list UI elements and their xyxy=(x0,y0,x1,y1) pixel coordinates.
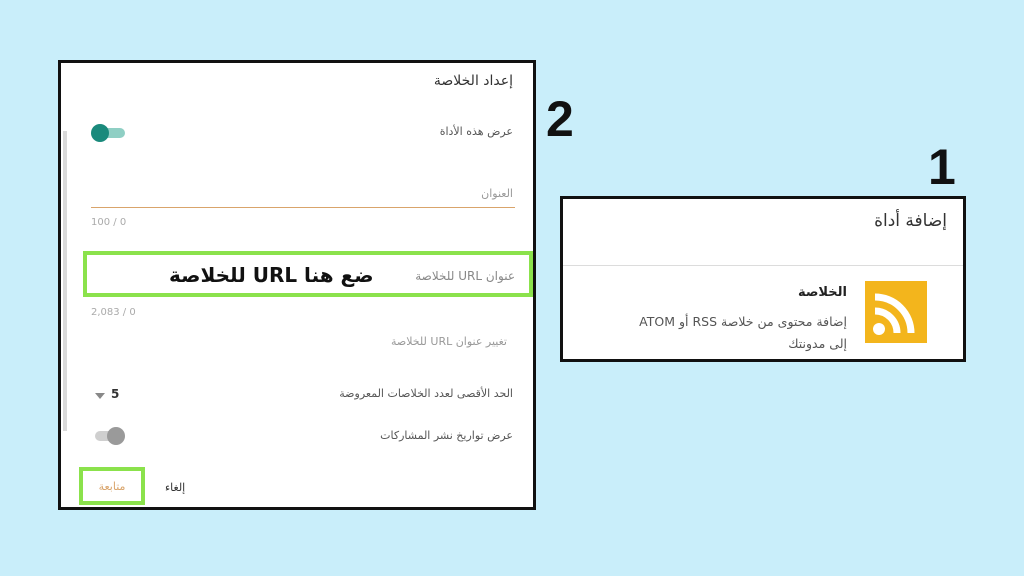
step-number-2: 2 xyxy=(546,91,574,147)
max-items-value[interactable]: 5 xyxy=(111,387,119,401)
divider xyxy=(563,265,963,266)
show-widget-toggle[interactable] xyxy=(91,124,125,142)
feed-url-highlight[interactable]: ضع هنا URL للخلاصة عنوان URL للخلاصة xyxy=(83,251,533,297)
show-widget-label: عرض هذه الأداة xyxy=(439,125,513,138)
feed-url-field-label[interactable]: عنوان URL للخلاصة xyxy=(415,269,515,283)
feed-setup-panel: إعداد الخلاصة عرض هذه الأداة العنوان 100… xyxy=(58,60,536,510)
change-url-link[interactable]: تغيير عنوان URL للخلاصة xyxy=(391,335,507,348)
widget-name[interactable]: الخلاصة xyxy=(798,285,847,300)
max-items-label: الحد الأقصى لعدد الخلاصات المعروضة xyxy=(339,387,513,400)
widget-description-line1: إضافة محتوى من خلاصة RSS أو ATOM xyxy=(639,314,847,329)
panel-title: إعداد الخلاصة xyxy=(433,73,513,89)
widget-description-line2: إلى مدونتك xyxy=(788,336,847,351)
show-dates-toggle[interactable] xyxy=(91,427,125,445)
add-widget-panel: إضافة أداة الخلاصة إضافة محتوى من خلاصة … xyxy=(560,196,966,362)
title-char-counter: 100 / 0 xyxy=(91,217,127,228)
add-widget-title: إضافة أداة xyxy=(874,211,947,231)
continue-button[interactable]: متابعة xyxy=(79,467,145,505)
show-dates-label: عرض تواريخ نشر المشاركات xyxy=(380,429,513,442)
cancel-button[interactable]: إلغاء xyxy=(165,481,185,494)
url-annotation: ضع هنا URL للخلاصة xyxy=(169,263,374,287)
scrollbar[interactable] xyxy=(63,131,67,431)
title-field-placeholder[interactable]: العنوان xyxy=(481,187,513,200)
title-field-underline xyxy=(91,207,515,208)
widget-description: إضافة محتوى من خلاصة RSS أو ATOM إلى مدو… xyxy=(639,311,847,355)
step-number-1: 1 xyxy=(928,139,956,195)
rss-icon[interactable] xyxy=(865,281,927,343)
url-char-counter: 2,083 / 0 xyxy=(91,307,136,318)
dropdown-caret-icon[interactable] xyxy=(95,393,105,399)
